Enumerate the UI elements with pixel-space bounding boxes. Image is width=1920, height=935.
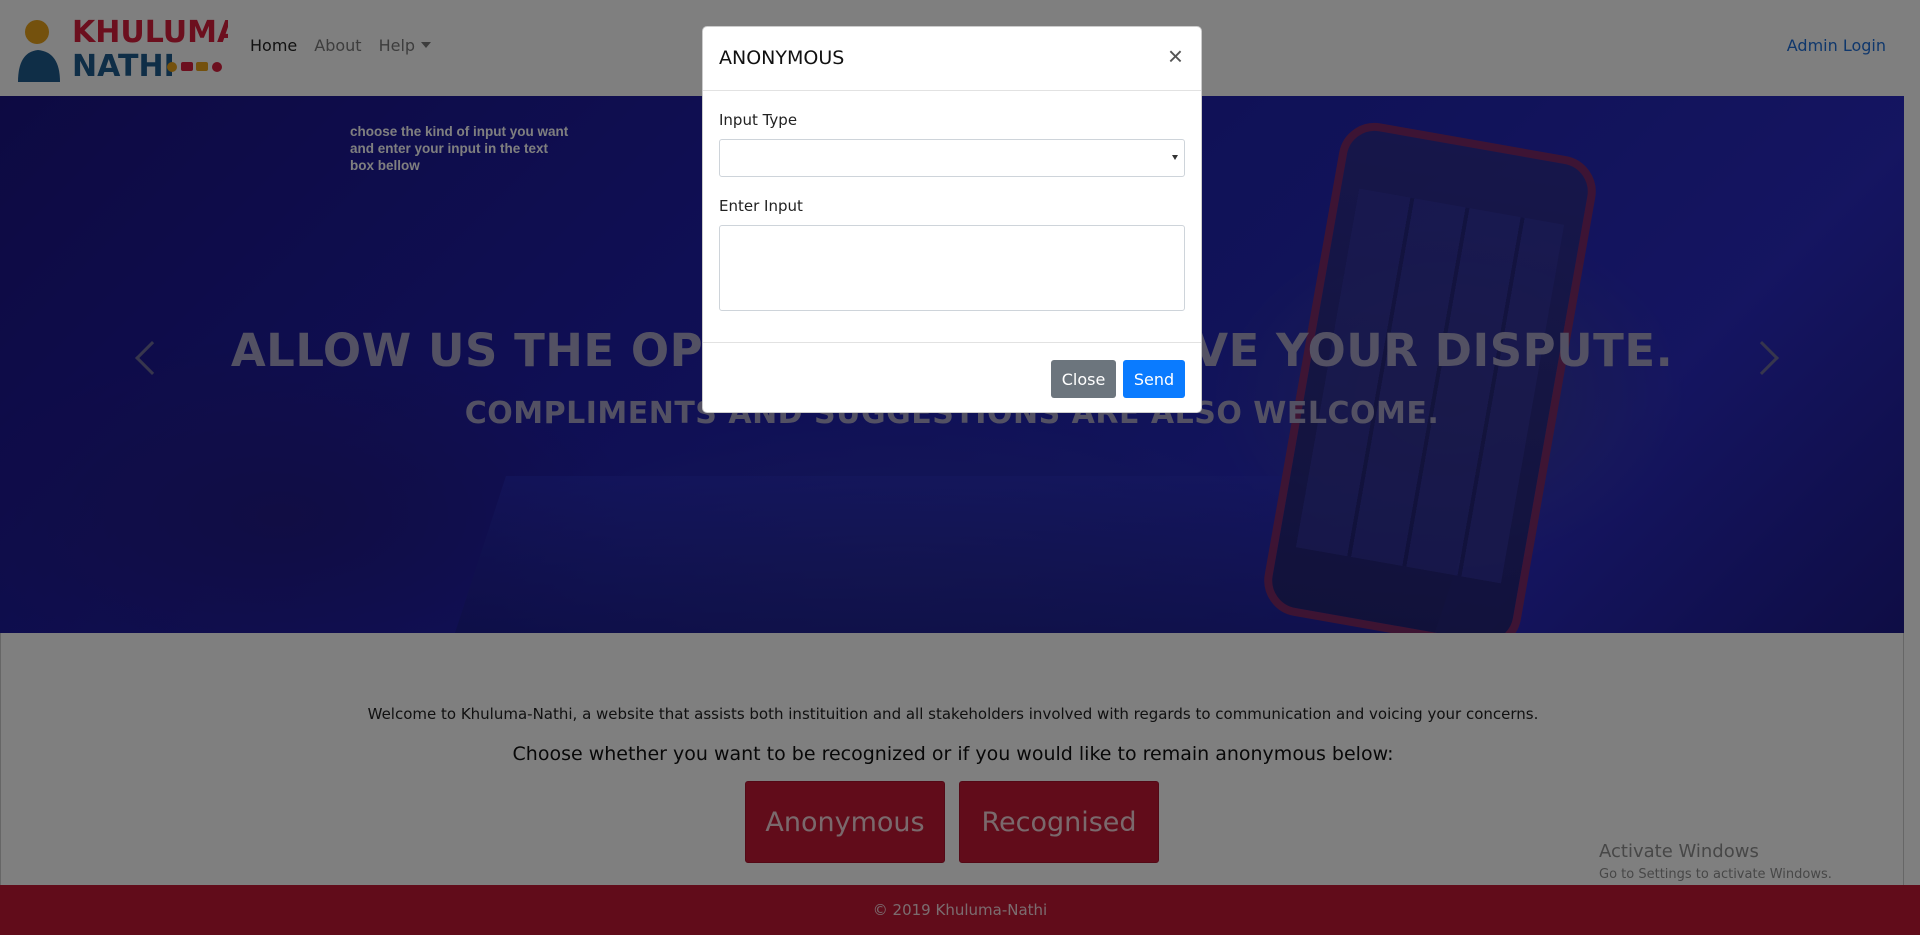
enter-input-textarea[interactable]: [719, 225, 1185, 311]
input-type-label: Input Type: [719, 111, 798, 129]
enter-input-label: Enter Input: [719, 197, 803, 215]
input-type-select[interactable]: [719, 139, 1185, 177]
modal-title: ANONYMOUS: [719, 47, 845, 69]
dropdown-arrow-icon: [1172, 155, 1178, 160]
close-button[interactable]: Close: [1051, 360, 1116, 398]
send-button[interactable]: Send: [1123, 360, 1185, 398]
anonymous-modal: ANONYMOUS × Input Type Enter Input Close…: [702, 26, 1202, 413]
modal-header: ANONYMOUS ×: [703, 27, 1201, 91]
close-icon[interactable]: ×: [1168, 41, 1183, 72]
modal-footer-divider: [703, 342, 1201, 343]
